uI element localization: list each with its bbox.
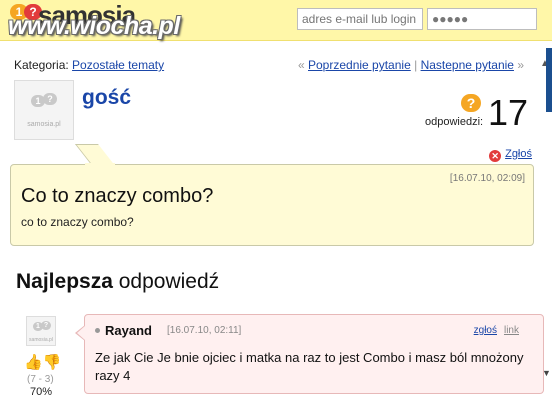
avatar-site-label: samosia.pl xyxy=(27,121,61,128)
answer-bubble-tail-inner xyxy=(77,326,85,340)
question-navigation: « Poprzednie pytanie | Nastepne pytanie … xyxy=(298,58,524,72)
scroll-down-arrow-icon[interactable]: ▼ xyxy=(542,368,551,378)
vote-buttons: 👍👎 xyxy=(24,353,61,371)
question-date: [16.07.10, 02:09] xyxy=(449,173,525,184)
next-arrow-icon: » xyxy=(517,58,524,72)
best-heading-rest: odpowiedź xyxy=(112,270,220,293)
top-header-bar: 1 ? samosia www.wiocha.pl xyxy=(0,0,552,41)
report-question-label: Zgłoś xyxy=(505,148,532,160)
email-login-input[interactable] xyxy=(297,8,423,30)
watermark-text: www.wiocha.pl xyxy=(8,12,180,40)
thumbs-up-icon[interactable]: 👍 xyxy=(24,354,43,371)
category-label: Kategoria: xyxy=(14,58,69,72)
best-answer-box: Rayand [16.07.10, 02:11] zgłoś link Ze j… xyxy=(84,314,544,394)
thumbs-down-icon[interactable]: 👎 xyxy=(43,354,62,371)
avatar-badge-question-icon: ? xyxy=(43,93,57,105)
answer-author-avatar: 1 ? samosia.pl xyxy=(26,316,56,346)
answers-question-icon: ? xyxy=(461,94,481,112)
next-question-link[interactable]: Nastepne pytanie xyxy=(421,58,514,72)
answer-text: Ze jak Cie Je bnie ojciec i matka na raz… xyxy=(95,350,524,383)
category-row: Kategoria: Pozostałe tematy xyxy=(14,58,164,72)
previous-question-link[interactable]: Poprzednie pytanie xyxy=(308,58,411,72)
question-box: [16.07.10, 02:09] Co to znaczy combo? co… xyxy=(10,164,534,246)
report-question-link[interactable]: ✕ Zgłoś xyxy=(489,148,532,162)
question-author-name: gość xyxy=(82,86,132,109)
prev-arrow-icon: « xyxy=(297,58,305,72)
vote-counts: (7 - 3) xyxy=(27,374,54,385)
avatar-badge-question-icon: ? xyxy=(41,321,51,330)
question-title: Co to znaczy combo? xyxy=(21,185,214,207)
vote-percent: 70% xyxy=(30,386,53,398)
report-answer-link[interactable]: zgłoś xyxy=(474,325,497,336)
report-x-icon: ✕ xyxy=(489,150,502,162)
password-input[interactable] xyxy=(427,8,537,30)
best-answer-heading: Najlepsza odpowiedź xyxy=(16,270,219,294)
answer-author-name[interactable]: Rayand xyxy=(105,323,152,338)
category-link[interactable]: Pozostałe tematy xyxy=(72,58,164,72)
bullet-icon xyxy=(95,328,100,333)
answer-permalink[interactable]: link xyxy=(504,325,519,336)
answers-count: 17 xyxy=(488,92,529,133)
best-heading-bold: Najlepsza xyxy=(16,270,113,293)
answers-label: odpowiedzi: xyxy=(425,116,484,128)
answer-date: [16.07.10, 02:11] xyxy=(167,325,242,336)
avatar-site-label: samosia.pl xyxy=(29,337,53,343)
nav-separator: | xyxy=(414,58,418,72)
question-body: co to znaczy combo? xyxy=(21,215,134,229)
question-tail-cover xyxy=(85,163,115,167)
question-author-avatar: 1 ? samosia.pl xyxy=(14,80,74,140)
side-strip xyxy=(546,48,552,112)
